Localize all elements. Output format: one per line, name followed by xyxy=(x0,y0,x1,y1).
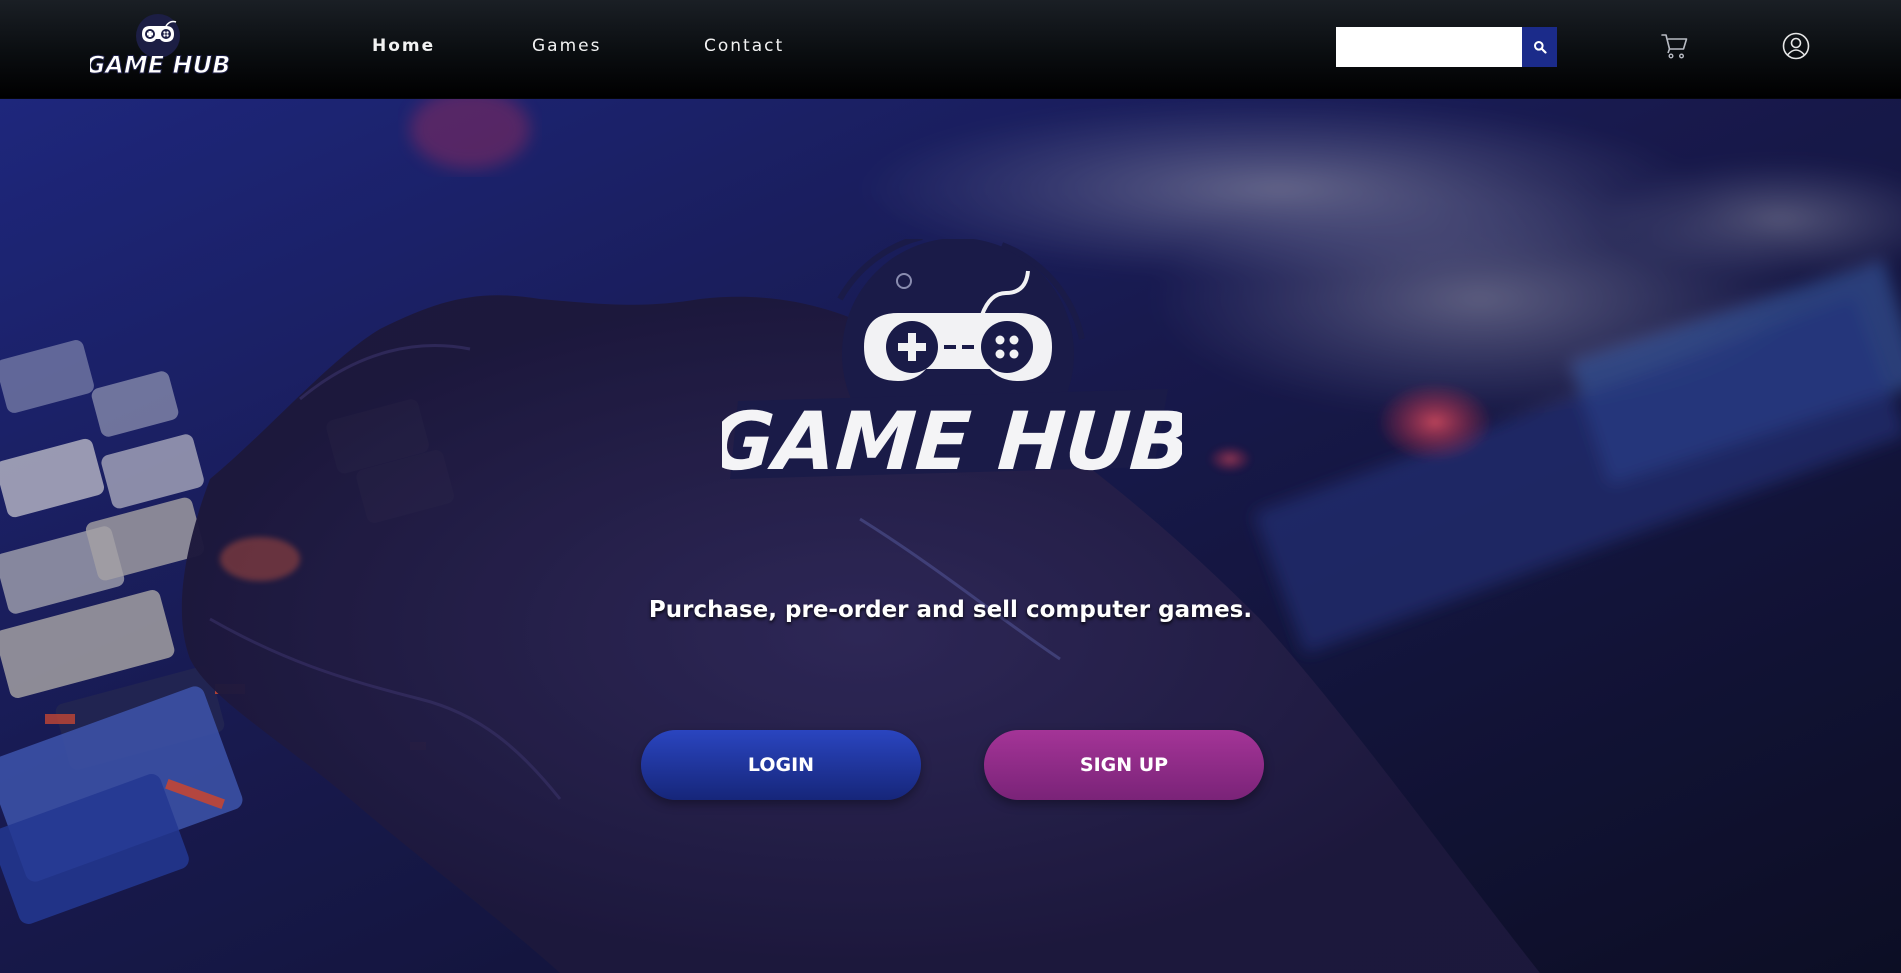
user-circle-icon[interactable] xyxy=(1782,32,1810,60)
brand-logo[interactable]: GAME HUB xyxy=(90,10,230,86)
hero-logo: GAME HUB xyxy=(722,239,1182,501)
search-input[interactable] xyxy=(1336,27,1522,67)
hero-tagline: Purchase, pre-order and sell computer ga… xyxy=(648,597,1253,623)
top-navbar: GAME HUB Home Games Contact xyxy=(0,0,1901,99)
signup-button[interactable]: SIGN UP xyxy=(984,730,1264,800)
nav-link-contact[interactable]: Contact xyxy=(704,36,784,56)
search-button[interactable] xyxy=(1522,27,1557,67)
hero-section: GAME HUB Purchase, pre-order and sell co… xyxy=(0,99,1901,973)
hero-background-image xyxy=(0,99,1901,973)
login-button[interactable]: LOGIN xyxy=(641,730,921,800)
svg-text:GAME HUB: GAME HUB xyxy=(90,51,230,79)
search-icon xyxy=(1533,41,1547,54)
svg-text:GAME HUB: GAME HUB xyxy=(722,395,1182,488)
game-hub-logo-icon: GAME HUB xyxy=(90,14,230,80)
nav-link-games[interactable]: Games xyxy=(532,36,601,56)
game-controller-logo-icon: GAME HUB xyxy=(722,239,1182,488)
nav-link-home[interactable]: Home xyxy=(372,36,435,56)
cart-icon[interactable] xyxy=(1660,30,1690,60)
